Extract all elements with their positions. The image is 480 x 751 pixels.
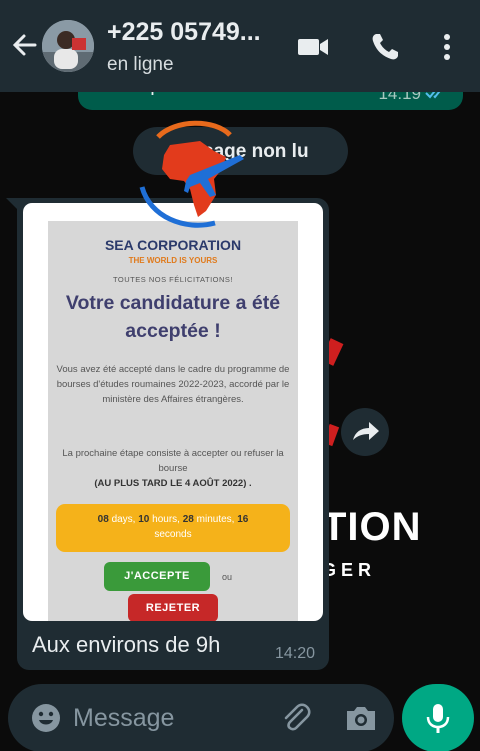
voice-message-button[interactable] <box>402 684 474 751</box>
avatar[interactable] <box>42 20 94 72</box>
forward-button[interactable] <box>341 408 389 456</box>
reject-button: REJETER <box>128 594 218 621</box>
document-headline: Votre candidature a été acceptée ! <box>65 292 281 342</box>
countdown-minutes-value: 28 <box>182 514 194 525</box>
message-input-bar[interactable]: Message <box>8 684 394 751</box>
document-deadline: (AU PLUS TARD LE 4 AOÛT 2022) . <box>94 478 252 489</box>
document-body: Vous avez été accepté dans le cadre du p… <box>56 364 290 405</box>
brand-tagline: THE WORLD IS YOURS <box>128 256 218 265</box>
congrats-text: TOUTES NOS FÉLICITATIONS! <box>112 275 233 284</box>
scholarship-document: SEA CORPORATION THE WORLD IS YOURS TOUTE… <box>48 221 298 621</box>
microphone-icon <box>426 704 450 733</box>
background-branding-text: TION <box>322 505 422 549</box>
countdown-seconds-label: seconds <box>154 529 192 540</box>
more-options-icon[interactable] <box>430 30 464 64</box>
accept-button: J'ACCEPTE <box>104 562 210 591</box>
received-message-bubble[interactable]: SEA CORPORATION THE WORLD IS YOURS TOUTE… <box>17 198 329 670</box>
contact-status: en ligne <box>107 54 174 75</box>
africa-plane-logo-icon <box>139 120 244 228</box>
or-label: ou <box>222 572 233 582</box>
chat-header: +225 05749... en ligne <box>0 0 480 92</box>
video-call-icon[interactable] <box>296 30 330 64</box>
countdown-hours-label: hours, <box>152 514 180 525</box>
back-arrow-icon[interactable] <box>10 30 40 60</box>
brand-name: SEA CORPORATION <box>104 237 242 253</box>
background-branding-subtext: GER <box>322 560 377 580</box>
countdown-hours-value: 10 <box>138 514 150 525</box>
contact-name[interactable]: +225 05749... <box>107 18 261 47</box>
message-time: 14:20 <box>274 645 315 662</box>
emoji-icon[interactable] <box>30 702 62 734</box>
message-input-placeholder[interactable]: Message <box>73 704 174 733</box>
countdown-days-label: days, <box>111 514 136 525</box>
phone-call-icon[interactable] <box>368 30 402 64</box>
countdown-days-value: 08 <box>97 514 109 525</box>
countdown-seconds-value: 16 <box>237 514 249 525</box>
document-next-step: La prochaine étape consiste à accepter o… <box>62 448 284 474</box>
countdown-minutes-label: minutes, <box>196 514 235 525</box>
countdown-timer: 08 days, 10 hours, 28 minutes, 16 second… <box>56 504 290 552</box>
forward-icon <box>353 422 379 440</box>
message-caption: Aux environs de 9h <box>32 632 221 657</box>
message-image[interactable]: SEA CORPORATION THE WORLD IS YOURS TOUTE… <box>23 203 323 621</box>
attach-icon[interactable] <box>279 701 313 735</box>
camera-icon[interactable] <box>344 702 378 734</box>
chat-screen: TION GER d'acception ! 14:19 +225 05749.… <box>0 0 480 751</box>
